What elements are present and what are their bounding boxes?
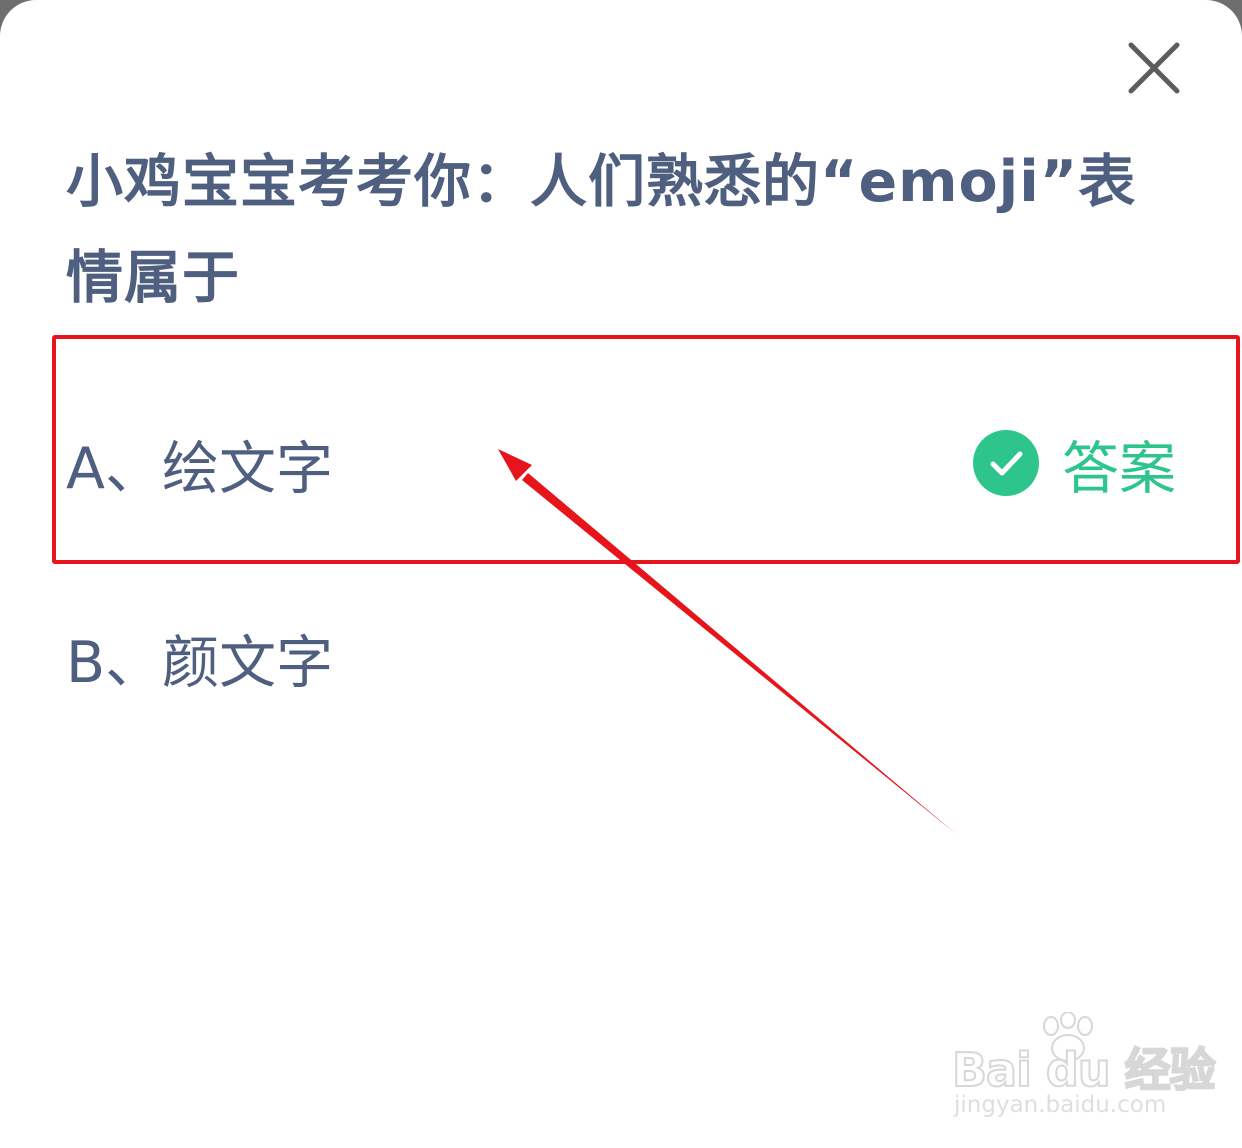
question-text: 小鸡宝宝考考你：人们熟悉的“emoji”表情属于 [66,149,1137,311]
check-circle-icon [973,430,1039,496]
watermark-logo: Bai du 经验 [951,1042,1217,1098]
quiz-dialog: 小鸡宝宝考考你：人们熟悉的“emoji”表情属于 A、绘文字 答案 B、颜文字 … [0,0,1242,1148]
answer-label: 答案 [1062,436,1176,502]
close-icon [1128,42,1180,94]
option-a-label: A、绘文字 [66,436,333,502]
option-b-label: B、颜文字 [66,630,334,696]
baidu-jingyan-watermark: Bai du 经验 jingyan.baidu.com [951,1012,1217,1128]
option-b[interactable]: B、颜文字 [66,608,1176,708]
watermark-url: jingyan.baidu.com [954,1092,1167,1118]
option-a[interactable]: A、绘文字 答案 [66,414,1176,514]
close-button[interactable] [1122,36,1186,100]
